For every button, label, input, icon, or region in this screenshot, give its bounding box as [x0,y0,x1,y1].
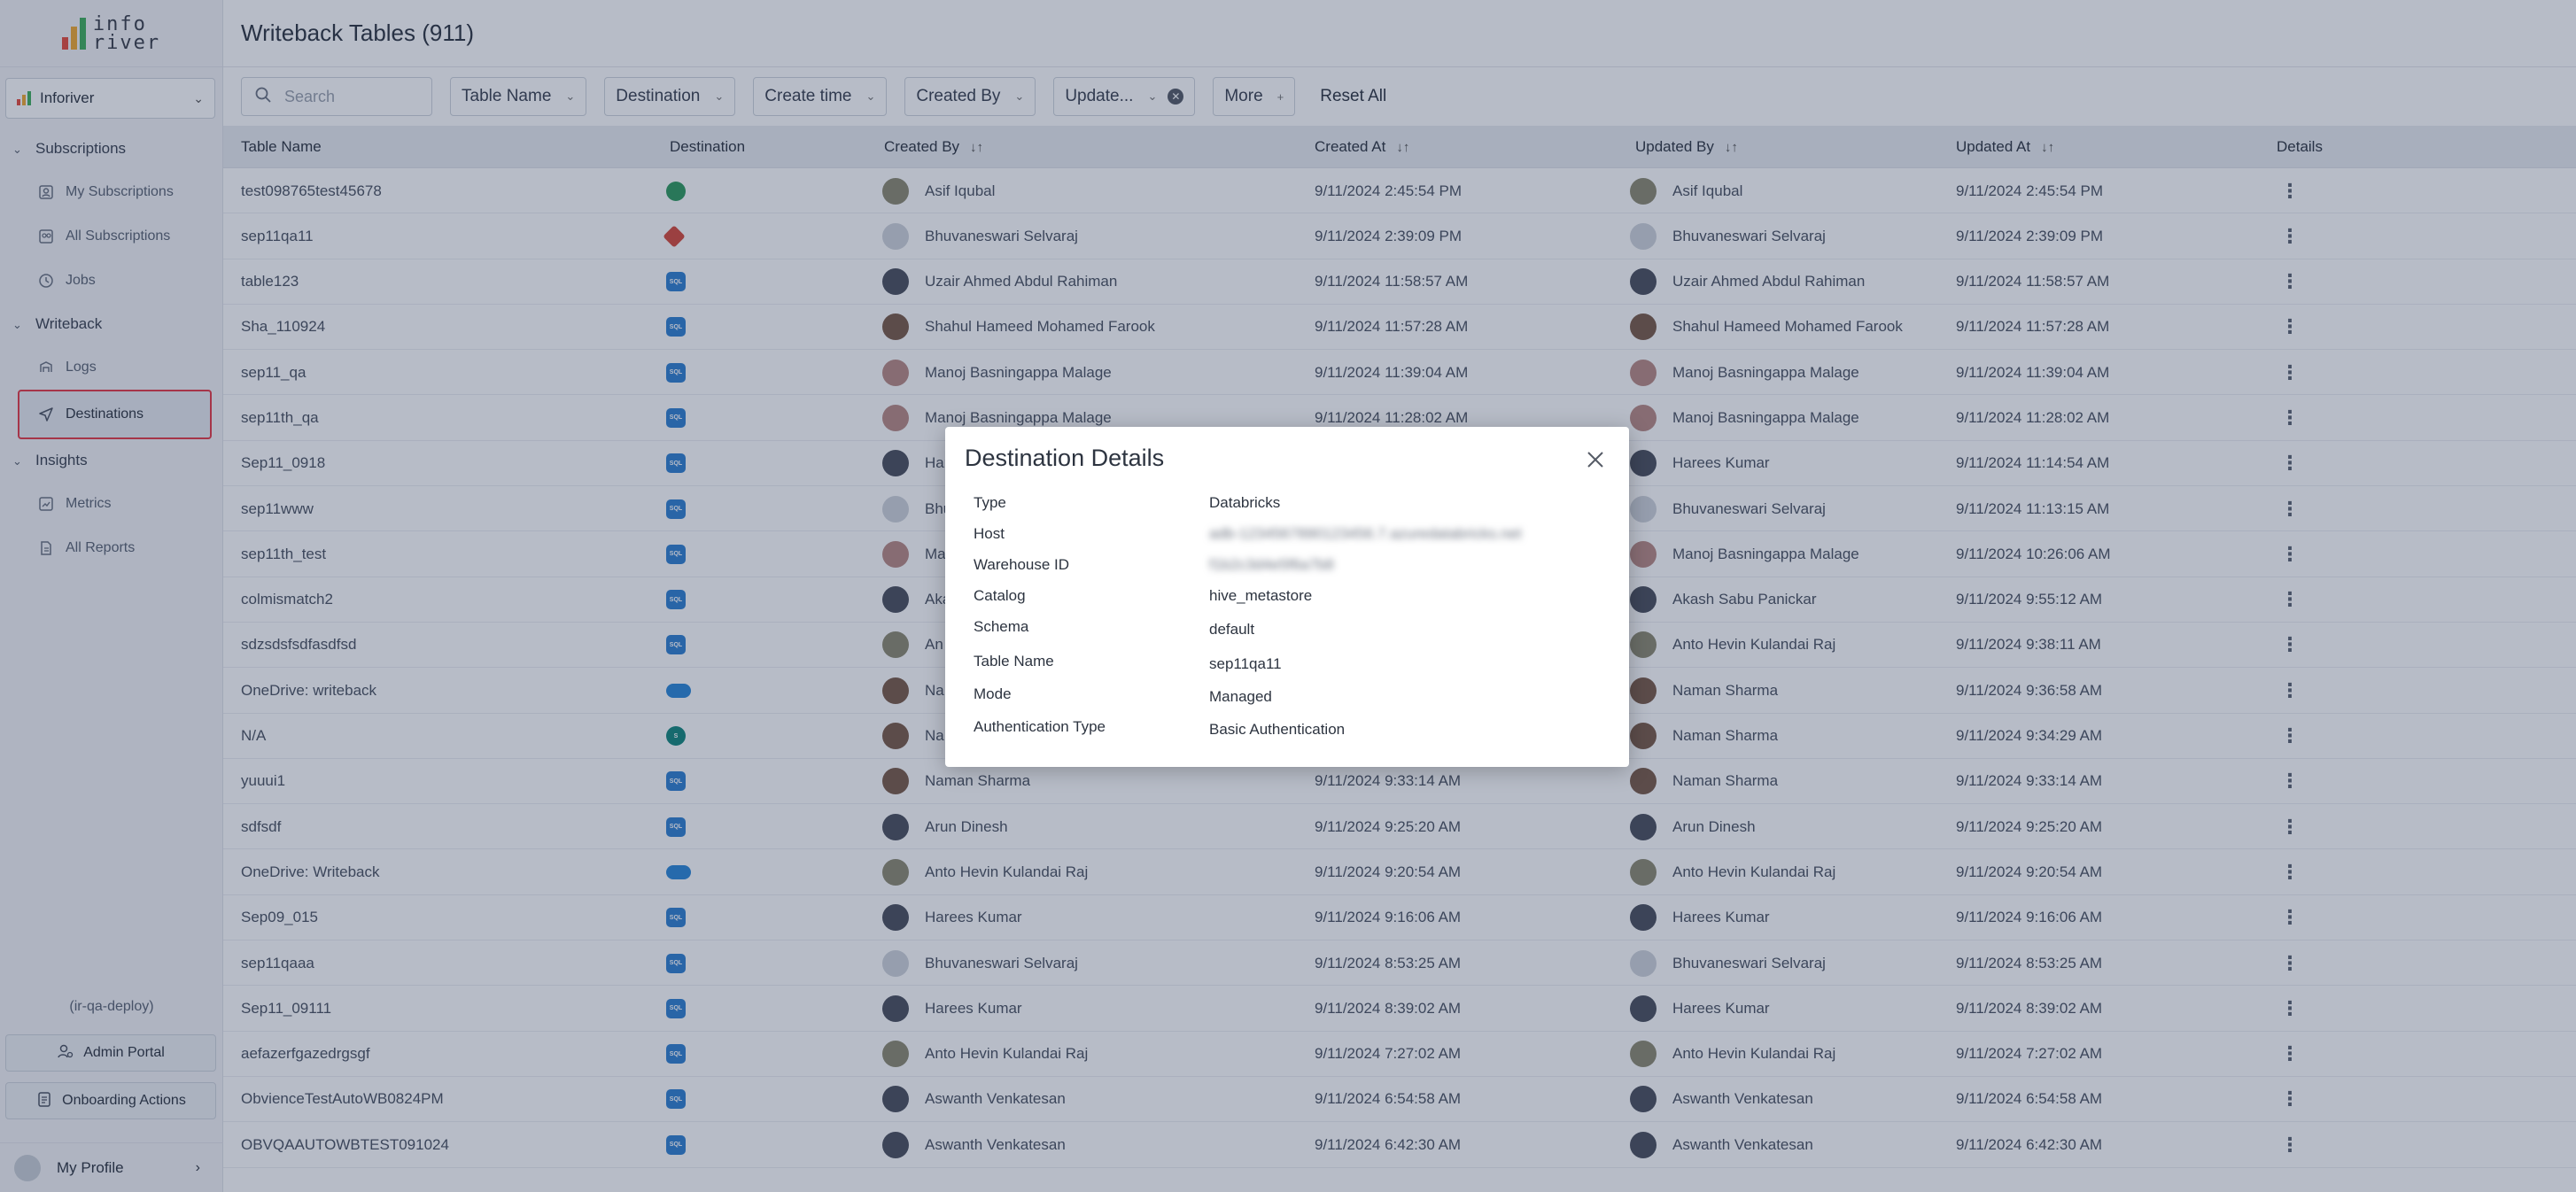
detail-label: Authentication Type [974,718,1106,735]
detail-label: Host [974,525,1005,542]
detail-label: Mode [974,685,1012,702]
detail-value: Databricks [1209,494,1281,511]
close-icon[interactable] [1582,446,1609,473]
detail-label: Type [974,494,1006,511]
detail-value: Managed [1209,688,1272,705]
detail-label: Schema [974,618,1029,635]
detail-value: sep11qa11 [1209,655,1282,672]
modal-title: Destination Details [965,445,1165,471]
detail-value: adb-1234567890123456.7.azuredatabricks.n… [1209,525,1522,542]
detail-value: Basic Authentication [1209,721,1346,738]
detail-value: hive_metastore [1209,587,1313,604]
detail-value: default [1209,621,1255,638]
destination-details-modal: Destination Details Type Databricks Host ad… [945,427,1629,767]
detail-label: Warehouse ID [974,556,1070,573]
detail-label: Catalog [974,587,1026,604]
detail-label: Table Name [974,653,1054,670]
detail-value: f1b2c3d4e5f6a7b8 [1209,556,1334,573]
